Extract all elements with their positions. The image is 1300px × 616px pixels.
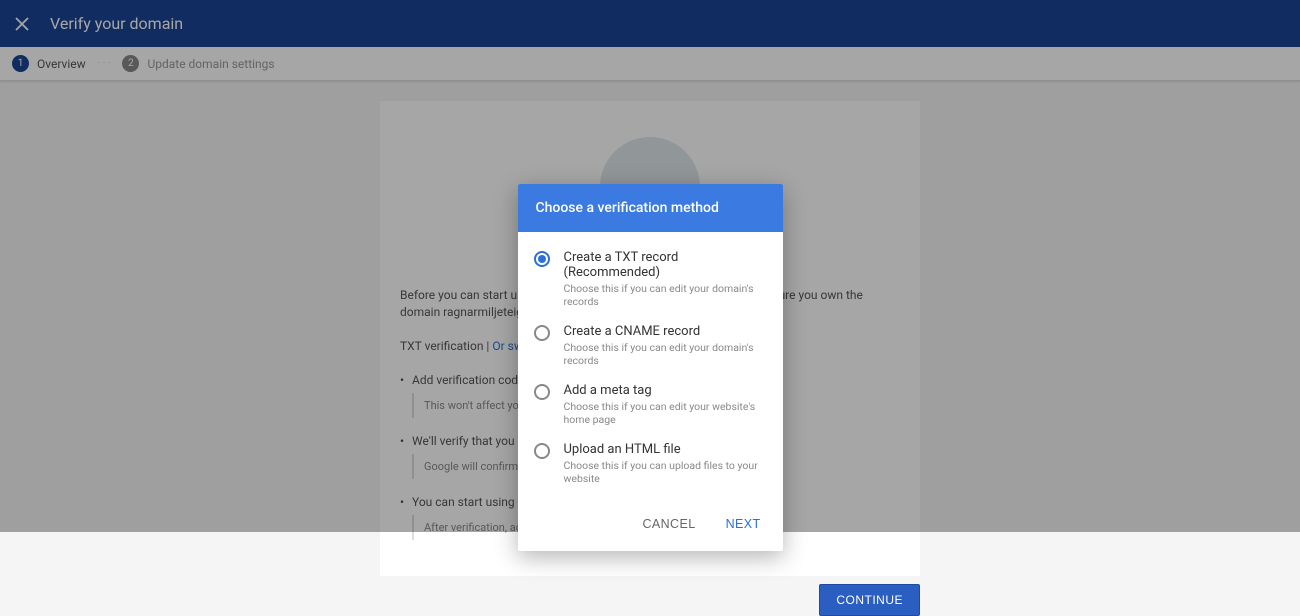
radio-cname-record[interactable]: Create a CNAME record Choose this if you…	[534, 324, 765, 367]
radio-icon	[534, 251, 550, 267]
radio-html-file[interactable]: Upload an HTML file Choose this if you c…	[534, 442, 765, 485]
radio-label: Add a meta tag	[564, 383, 765, 398]
radio-desc: Choose this if you can edit your website…	[564, 400, 765, 426]
radio-label: Create a TXT record (Recommended)	[564, 250, 765, 280]
continue-button[interactable]: CONTINUE	[819, 584, 920, 616]
card-footer: CONTINUE	[380, 584, 920, 616]
radio-desc: Choose this if you can edit your domain'…	[564, 282, 765, 308]
modal-title: Choose a verification method	[518, 184, 783, 232]
modal-footer: CANCEL NEXT	[518, 505, 783, 551]
radio-label: Create a CNAME record	[564, 324, 765, 339]
radio-desc: Choose this if you can edit your domain'…	[564, 341, 765, 367]
verification-method-modal: Choose a verification method Create a TX…	[518, 184, 783, 551]
modal-body: Create a TXT record (Recommended) Choose…	[518, 232, 783, 505]
radio-label: Upload an HTML file	[564, 442, 765, 457]
radio-txt-record[interactable]: Create a TXT record (Recommended) Choose…	[534, 250, 765, 308]
modal-scrim[interactable]: Choose a verification method Create a TX…	[0, 0, 1300, 532]
radio-desc: Choose this if you can upload files to y…	[564, 459, 765, 485]
radio-icon	[534, 384, 550, 400]
radio-icon	[534, 325, 550, 341]
radio-icon	[534, 443, 550, 459]
radio-meta-tag[interactable]: Add a meta tag Choose this if you can ed…	[534, 383, 765, 426]
